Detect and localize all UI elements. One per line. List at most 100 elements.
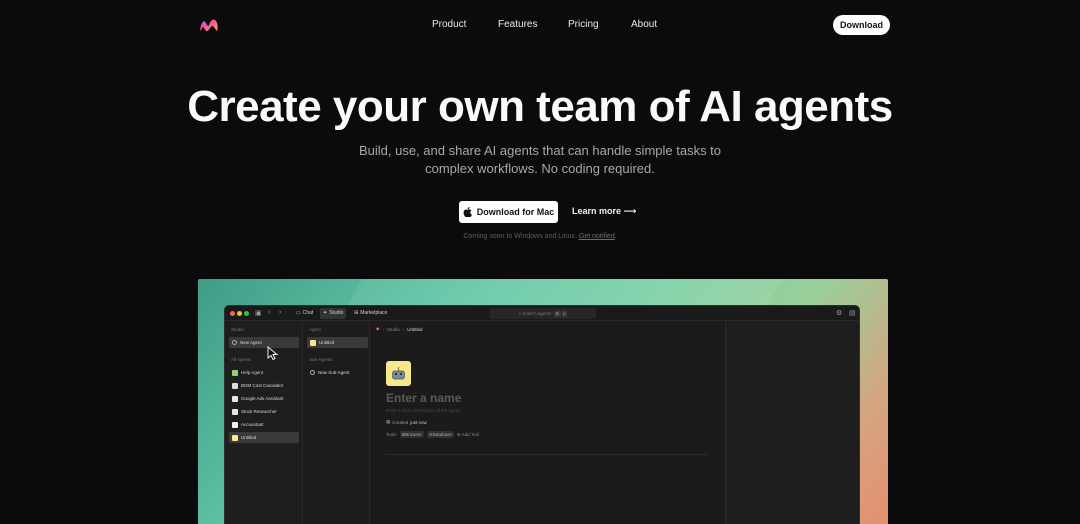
all-agents-section-label: All Agents (231, 357, 252, 362)
agent-avatar-icon (232, 395, 238, 402)
panel-toggle-icon[interactable]: ▤ (849, 309, 856, 317)
tab-marketplace-label: Marketplace (360, 310, 388, 316)
forward-icon[interactable]: › (279, 309, 281, 316)
app-window: ▣ ‹ › ▭ Chat ✦ Studio ⊞ Marketplace ⌕ Searc… (224, 305, 860, 524)
download-for-mac-label: Download for Mac (476, 207, 555, 217)
right-panel (725, 321, 859, 524)
tool-chip-label: Database (432, 432, 452, 437)
created-meta: ▦ Created just now (386, 419, 427, 425)
breadcrumb-studio[interactable]: Studio (387, 327, 400, 332)
window-close-icon[interactable] (230, 311, 235, 316)
tools-row: Tools ⊕Browser ⊜Database ⊕ Add Tool (386, 431, 479, 438)
marketplace-icon: ⊞ (354, 310, 359, 316)
nav-link-pricing[interactable]: Pricing (568, 19, 599, 30)
sidebar-item-help-agent[interactable]: Help Agent (229, 367, 299, 378)
new-sub-agent-button[interactable]: New Sub-Agent (307, 367, 368, 378)
robot-icon (392, 366, 405, 379)
tool-chip-database[interactable]: ⊜Database (426, 431, 454, 438)
agent-avatar-picker[interactable] (386, 361, 411, 386)
agent-structure-panel: Agent Untitled Sub-Agents New Sub-Agent (303, 321, 370, 524)
calendar-icon: ▦ (386, 419, 391, 424)
back-icon[interactable]: ‹ (268, 309, 270, 316)
kbd-command: ⌘ (553, 311, 561, 317)
nav-link-features[interactable]: Features (498, 19, 537, 30)
created-value: just now (410, 419, 427, 425)
brand-mini-icon[interactable]: ◆ (376, 326, 379, 332)
nav-link-about[interactable]: About (631, 19, 657, 30)
app-titlebar: ▣ ‹ › ▭ Chat ✦ Studio ⊞ Marketplace ⌕ Searc… (225, 306, 859, 321)
new-sub-agent-label: New Sub-Agent (318, 370, 350, 375)
sidebar-item-label: Help Agent (241, 370, 264, 375)
agents-sidebar: Studio New Agent All Agents Help Agent B… (225, 321, 303, 524)
sidebar-item-stock-researcher[interactable]: Stock Researcher (229, 406, 299, 417)
tab-studio[interactable]: ✦ Studio (320, 308, 347, 319)
app-showcase: ▣ ‹ › ▭ Chat ✦ Studio ⊞ Marketplace ⌕ Searc… (198, 279, 888, 524)
sidebar-item-label: Google Ads Assistant (241, 396, 284, 401)
hero-subtitle-line-1: Build, use, and share AI agents that can… (358, 143, 722, 158)
coming-soon-note: Coming soon to Windows and Linux. Get no… (463, 233, 617, 240)
plus-circle-icon (310, 370, 315, 375)
sub-agents-section-label: Sub-Agents (309, 357, 333, 362)
agent-section-label: Agent (309, 327, 321, 332)
tool-chip-label: Browser (405, 432, 422, 437)
chat-icon: ▭ (296, 310, 301, 316)
tab-chat[interactable]: ▭ Chat (293, 308, 316, 319)
add-tool-label: Add Tool (461, 431, 480, 437)
agent-editor: ◆ › Studio › Untitled Enter a name Enter… (370, 321, 725, 524)
breadcrumb-current: Untitled (407, 326, 423, 332)
tools-label: Tools (386, 432, 397, 437)
learn-more-link[interactable]: Learn more ⟶ (572, 206, 636, 217)
sidebar-item-accountant[interactable]: Accountant (229, 419, 299, 430)
agent-description-input[interactable]: Enter a short description of the agent (386, 408, 460, 413)
hero-title: Create your own team of AI agents (187, 82, 893, 131)
top-nav: Product Features Pricing About Download (0, 0, 1080, 50)
agent-item-untitled[interactable]: Untitled (307, 337, 368, 348)
sidebar-item-untitled[interactable]: Untitled (229, 432, 299, 443)
kbd-k: K (561, 311, 568, 317)
tab-marketplace[interactable]: ⊞ Marketplace (351, 308, 390, 319)
agent-avatar-icon (232, 369, 238, 376)
tab-studio-label: Studio (329, 310, 344, 316)
window-minimize-icon[interactable] (237, 311, 242, 316)
sidebar-item-label: Accountant (241, 422, 264, 427)
gear-icon[interactable]: ⚙ (836, 309, 842, 317)
agent-avatar-icon (232, 421, 238, 428)
breadcrumb: ◆ › Studio › Untitled (376, 326, 423, 332)
learn-more-label: Learn more (572, 206, 622, 216)
sidebar-item-bom-cost-calculator[interactable]: BOM Cost Calculator (229, 380, 299, 391)
coming-soon-text: Coming soon to Windows and Linux. (463, 233, 577, 240)
agent-avatar-icon (232, 382, 238, 389)
nav-links: Product Features Pricing About (0, 19, 1080, 33)
agent-avatar-icon (232, 434, 238, 441)
sidebar-item-label: BOM Cost Calculator (241, 383, 284, 388)
tab-chat-label: Chat (302, 310, 314, 316)
plus-circle-icon: ⊕ (456, 431, 461, 437)
window-maximize-icon[interactable] (244, 311, 249, 316)
arrow-right-icon: ⟶ (623, 206, 637, 216)
new-agent-button[interactable]: New Agent (229, 337, 299, 348)
search-icon: ⌕ (518, 311, 522, 316)
hero-subtitle: Build, use, and share AI agents that can… (0, 142, 1080, 178)
sidebar-toggle-icon[interactable]: ▣ (255, 309, 262, 317)
sidebar-item-google-ads-assistant[interactable]: Google Ads Assistant (229, 393, 299, 404)
search-agents-input[interactable]: ⌕ Search agents ⌘ K (490, 308, 596, 319)
sidebar-item-label: Stock Researcher (241, 409, 277, 414)
agent-name-input[interactable]: Enter a name (386, 391, 461, 405)
nav-download-button[interactable]: Download (833, 15, 890, 35)
studio-icon: ✦ (323, 310, 328, 316)
studio-section-label: Studio (231, 327, 244, 332)
plus-circle-icon (232, 340, 237, 345)
agent-avatar-icon (310, 339, 316, 346)
created-label: Created (392, 419, 409, 425)
get-notified-link[interactable]: Get notified (579, 233, 615, 240)
sidebar-item-label: Untitled (241, 435, 257, 440)
agent-item-label: Untitled (319, 340, 335, 345)
add-tool-button[interactable]: ⊕ Add Tool (457, 432, 479, 438)
agent-avatar-icon (232, 408, 238, 415)
tool-chip-browser[interactable]: ⊕Browser (399, 431, 424, 438)
apple-icon (463, 207, 472, 217)
mouse-cursor-icon (267, 346, 279, 360)
download-for-mac-button[interactable]: Download for Mac (459, 201, 558, 223)
hero-subtitle-line-2: complex workflows. No coding required. (425, 161, 655, 176)
nav-link-product[interactable]: Product (432, 19, 466, 30)
